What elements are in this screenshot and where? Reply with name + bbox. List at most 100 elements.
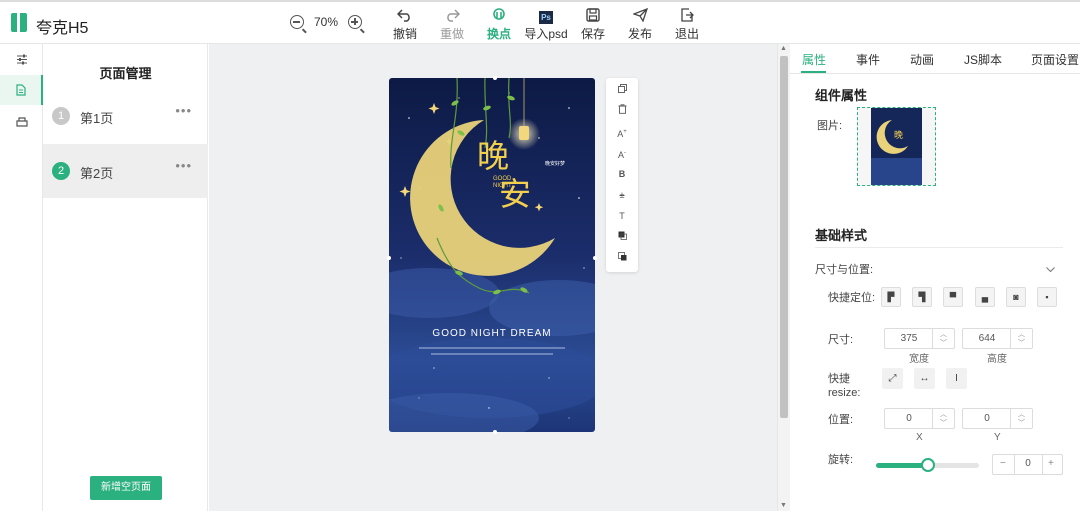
rotate-value: 0 <box>1025 458 1031 469</box>
height-label: 高度 <box>987 354 1007 365</box>
width-value: 375 <box>900 333 918 344</box>
strikethrough-icon[interactable]: ± <box>606 185 638 206</box>
page-icon[interactable] <box>0 75 43 105</box>
resize-handle[interactable] <box>493 430 497 434</box>
page-number-badge: 1 <box>52 107 70 125</box>
icon-rail <box>0 44 43 511</box>
bring-front-icon[interactable] <box>606 227 638 248</box>
width-label: 宽度 <box>909 354 929 365</box>
active-tab-indicator <box>801 71 826 73</box>
expand-full-icon[interactable]: ⤢ <box>882 368 903 389</box>
publish-button[interactable]: 发布 <box>617 7 663 42</box>
poster-big-char-1: 晚 <box>477 137 510 175</box>
page-label: 第2页 <box>80 166 114 181</box>
resize-handle[interactable] <box>593 256 597 260</box>
zoom-in-icon[interactable] <box>348 15 365 33</box>
swap-label: 换点 <box>486 27 511 41</box>
rotate-slider[interactable] <box>876 458 979 472</box>
undo-icon <box>382 8 428 24</box>
exit-label: 退出 <box>674 27 699 41</box>
properties-panel: 属性 事件 动画 JS脚本 页面设置 组件属性 图片: 晚 基础样式 尺寸与位置… <box>790 44 1080 511</box>
rotate-label: 旋转: <box>828 454 854 466</box>
font-size-down-icon[interactable]: A- <box>606 143 638 164</box>
settings-sliders-icon[interactable] <box>0 44 43 74</box>
delete-icon[interactable] <box>606 101 638 122</box>
chevron-down-icon[interactable] <box>1046 260 1055 278</box>
x-label: X <box>916 432 923 443</box>
poster-image[interactable]: 晚 安 GOOD NIGHT 晚安好梦 GOOD NIGHT DREAM <box>389 78 595 432</box>
tab-animation[interactable]: 动画 <box>910 51 934 68</box>
fit-width-icon[interactable]: ↔ <box>914 368 935 389</box>
rotate-slider-fill <box>876 463 928 468</box>
tab-properties[interactable]: 属性 <box>802 51 826 68</box>
tab-page-settings[interactable]: 页面设置 <box>1031 51 1079 68</box>
font-size-up-icon[interactable]: A+ <box>606 122 638 143</box>
redo-button[interactable]: 重做 <box>429 8 475 42</box>
y-value: 0 <box>984 413 990 424</box>
swap-button[interactable]: 换点 <box>476 8 522 42</box>
resize-handle[interactable] <box>387 256 391 260</box>
rotate-slider-knob[interactable] <box>920 458 935 472</box>
page-list-item[interactable]: 2 第2页 ••• <box>43 144 208 198</box>
image-thumbnail[interactable]: 晚 <box>857 107 936 186</box>
tab-events[interactable]: 事件 <box>856 51 880 68</box>
increment-button[interactable]: + <box>1048 458 1054 469</box>
decrement-button[interactable]: − <box>1000 458 1006 469</box>
page-management-title: 页面管理 <box>99 66 152 81</box>
component-properties-title: 组件属性 <box>815 88 868 103</box>
tab-js-script[interactable]: JS脚本 <box>964 51 1002 68</box>
page-number-badge: 2 <box>52 162 70 180</box>
fit-height-icon[interactable]: I <box>946 368 967 389</box>
align-bottom-icon[interactable]: ▄ <box>975 287 995 307</box>
page-list-item[interactable]: 1 第1页 ••• <box>43 89 208 143</box>
copy-icon[interactable] <box>606 80 638 101</box>
canvas-scrollbar[interactable]: ▲ ▼ <box>777 44 790 511</box>
y-input[interactable]: 0 ︿ ﹀ <box>962 408 1033 429</box>
scroll-up-icon[interactable]: ▲ <box>780 45 787 52</box>
resize-handle[interactable] <box>493 76 497 80</box>
app-title: 夸克H5 <box>36 20 89 37</box>
scrollbar-thumb[interactable] <box>780 56 788 418</box>
layers-icon[interactable] <box>0 106 43 136</box>
align-top-left-icon[interactable]: ▛ <box>881 287 901 307</box>
align-middle-icon[interactable]: ▪ <box>1037 287 1057 307</box>
align-top-center-icon[interactable]: ▀ <box>943 287 963 307</box>
zoom-out-icon[interactable] <box>290 15 307 33</box>
exit-button[interactable]: 退出 <box>664 8 710 42</box>
import-psd-button[interactable]: Ps 导入psd <box>522 8 570 42</box>
text-style-icon[interactable]: T <box>606 206 638 227</box>
top-border <box>0 0 1080 2</box>
x-input[interactable]: 0 ︿ ﹀ <box>884 408 955 429</box>
element-floating-toolbar: A+ A- B ± T <box>606 78 638 272</box>
rotate-stepper[interactable]: − 0 + <box>992 454 1063 475</box>
photoshop-icon: Ps <box>522 8 570 24</box>
import-psd-label: 导入psd <box>524 27 568 41</box>
redo-icon <box>429 8 475 24</box>
position-label: 位置: <box>828 414 854 426</box>
save-button[interactable]: 保存 <box>570 8 616 42</box>
align-top-right-icon[interactable]: ▜ <box>912 287 932 307</box>
more-icon[interactable]: ••• <box>175 103 192 118</box>
width-input[interactable]: 375 ︿ ﹀ <box>884 328 955 349</box>
size-label: 尺寸: <box>828 334 854 346</box>
save-label: 保存 <box>580 27 605 41</box>
size-position-label: 尺寸与位置: <box>815 264 874 276</box>
more-icon[interactable]: ••• <box>175 158 192 173</box>
swap-icon <box>476 8 522 24</box>
scroll-down-icon[interactable]: ▼ <box>780 502 787 509</box>
publish-label: 发布 <box>627 27 652 41</box>
logo-icon <box>11 13 27 32</box>
properties-tabs: 属性 事件 动画 JS脚本 页面设置 <box>790 44 1080 74</box>
height-input[interactable]: 644 ︿ ﹀ <box>962 328 1033 349</box>
x-value: 0 <box>906 413 912 424</box>
quick-position-label: 快捷定位: <box>828 292 876 304</box>
bold-icon[interactable]: B <box>606 164 638 185</box>
align-center-icon[interactable]: ◙ <box>1006 287 1026 307</box>
exit-icon <box>664 8 710 24</box>
send-back-icon[interactable] <box>606 248 638 269</box>
send-icon <box>617 7 663 24</box>
add-blank-page-button[interactable]: 新增空页面 <box>90 476 162 500</box>
top-bar: 夸克H5 70% 撤销 重做 换点 Ps 导入psd 保存 发布 退出 <box>0 0 1080 44</box>
undo-button[interactable]: 撤销 <box>382 8 428 42</box>
poster-headline: GOOD NIGHT DREAM <box>432 328 552 339</box>
